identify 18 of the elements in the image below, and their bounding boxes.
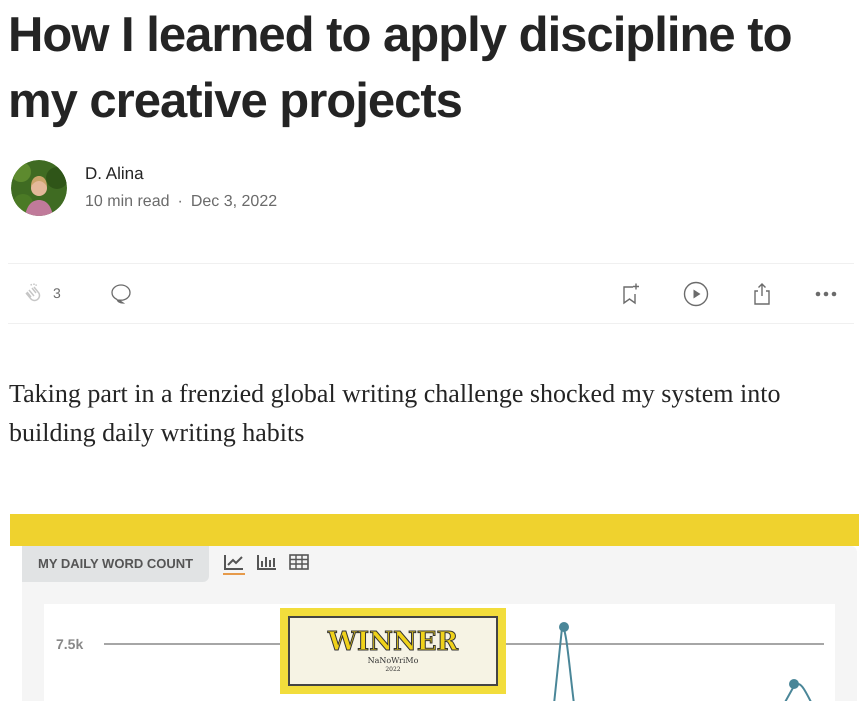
publish-date: Dec 3, 2022: [190, 192, 278, 212]
comment-icon[interactable]: [108, 282, 133, 306]
article-title: How I learned to apply discipline to my creative projects: [7, 7, 793, 130]
badge-title: WINNER: [328, 628, 458, 656]
play-icon[interactable]: [683, 280, 709, 306]
y-tick-label: 7.5k: [56, 634, 84, 654]
separator-dot: ·: [178, 192, 183, 212]
panel-title: MY DAILY WORD COUNT: [22, 546, 210, 582]
read-time: 10 min read: [85, 192, 170, 212]
view-tab[interactable]: [223, 552, 246, 575]
clap-count: 3: [53, 284, 61, 303]
line-chart-icon: [223, 552, 246, 571]
table-icon: [289, 554, 310, 570]
badge-org: NaNoWriMo: [368, 656, 418, 666]
author-name[interactable]: D. Alina: [85, 164, 278, 184]
more-icon[interactable]: [815, 290, 837, 296]
bar-chart-icon: [256, 552, 278, 571]
article-subtitle: Taking part in a frenzied global writing challenge shocked my system into building daily writing habits: [8, 378, 782, 449]
